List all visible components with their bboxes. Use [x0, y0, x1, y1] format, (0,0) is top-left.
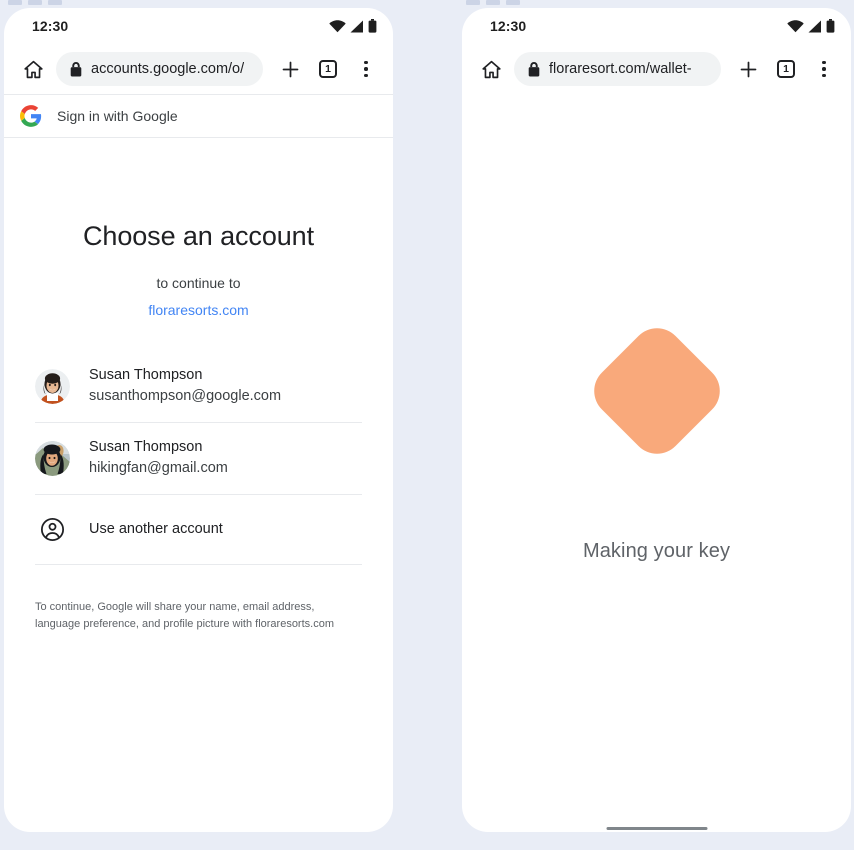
- account-name: Susan Thompson: [89, 367, 203, 383]
- tab-count-badge: 1: [777, 60, 795, 78]
- overflow-menu-button-right[interactable]: [809, 54, 839, 84]
- signal-icon: [350, 20, 363, 32]
- kebab-menu-icon: [364, 60, 368, 78]
- chooser-subtitle: to continue to: [156, 275, 241, 291]
- plus-icon: [282, 61, 298, 77]
- account-circle-icon: [40, 517, 65, 541]
- chooser-title: Choose an account: [83, 221, 314, 251]
- omnibox-right[interactable]: floraresort.com/wallet-: [514, 52, 721, 86]
- browser-toolbar-right: floraresort.com/wallet- 1: [462, 44, 851, 94]
- status-bar-right: 12:30: [462, 8, 851, 44]
- wifi-icon: [787, 19, 804, 32]
- browser-toolbar-left: accounts.google.com/o/ 1: [4, 44, 393, 94]
- lock-icon: [70, 61, 82, 76]
- home-button-left[interactable]: [18, 54, 48, 84]
- use-another-account-label: Use another account: [89, 521, 223, 538]
- status-icon-group: [329, 19, 377, 33]
- google-g-icon: [20, 105, 42, 127]
- status-time: 12:30: [32, 18, 69, 34]
- battery-icon: [826, 19, 835, 33]
- making-key-content: Making your key: [462, 94, 851, 832]
- home-icon: [23, 60, 43, 78]
- overflow-menu-button-left[interactable]: [351, 54, 381, 84]
- avatar: [35, 440, 70, 476]
- status-icon-group: [787, 19, 835, 33]
- home-indicator-bar[interactable]: [606, 826, 707, 830]
- use-another-account-row[interactable]: Use another account: [35, 495, 362, 565]
- account-text: Susan Thompson susanthompson@google.com: [89, 365, 281, 408]
- account-list: Susan Thompson susanthompson@google.com: [35, 351, 362, 565]
- account-chooser: Choose an account to continue to florare…: [4, 221, 393, 633]
- wifi-icon: [329, 19, 346, 32]
- account-row[interactable]: Susan Thompson susanthompson@google.com: [35, 351, 362, 423]
- account-email: hikingfan@gmail.com: [89, 459, 228, 476]
- making-key-status-label: Making your key: [582, 540, 731, 562]
- lock-icon: [528, 61, 540, 76]
- top-edge-artifact-left: [8, 0, 62, 5]
- home-button-right[interactable]: [476, 54, 506, 84]
- legal-disclaimer: To continue, Google will share your name…: [35, 600, 334, 630]
- omnibox-url-text: floraresort.com/wallet-: [549, 61, 692, 77]
- account-row[interactable]: Susan Thompson hikingfan@gmail.com: [35, 423, 362, 495]
- top-edge-artifact-right: [466, 0, 520, 5]
- omnibox-left[interactable]: accounts.google.com/o/: [56, 52, 263, 86]
- home-icon: [481, 60, 501, 78]
- new-tab-button-right[interactable]: [733, 54, 763, 84]
- tab-switcher-button-left[interactable]: 1: [313, 54, 343, 84]
- rotated-rounded-square-icon: [582, 317, 731, 465]
- screenshot-stage: 12:30 accounts.google.com/o/ 1 Sign in w…: [0, 0, 854, 850]
- plus-icon: [740, 61, 756, 77]
- avatar-portrait-outdoor-image: [35, 440, 70, 476]
- omnibox-url-text: accounts.google.com/o/: [91, 61, 245, 77]
- chooser-domain-link[interactable]: floraresorts.com: [35, 302, 362, 318]
- battery-icon: [368, 19, 377, 33]
- signal-icon: [808, 20, 821, 32]
- status-bar-left: 12:30: [4, 8, 393, 44]
- account-circle-icon-wrap: [35, 512, 70, 547]
- avatar: [35, 368, 70, 404]
- phone-panel-left: 12:30 accounts.google.com/o/ 1 Sign in w…: [4, 8, 393, 832]
- tab-switcher-button-right[interactable]: 1: [771, 54, 801, 84]
- account-text: Susan Thompson hikingfan@gmail.com: [89, 437, 228, 480]
- new-tab-button-left[interactable]: [275, 54, 305, 84]
- account-email: susanthompson@google.com: [89, 388, 282, 405]
- kebab-menu-icon: [822, 60, 826, 78]
- status-time: 12:30: [490, 18, 527, 34]
- tab-count-badge: 1: [319, 60, 337, 78]
- google-signin-header: Sign in with Google: [4, 94, 393, 138]
- account-name: Susan Thompson: [89, 438, 203, 455]
- phone-panel-right: 12:30 floraresort.com/wallet- 1 Making y…: [462, 8, 851, 832]
- google-header-title: Sign in with Google: [57, 108, 178, 124]
- avatar-portrait-studio-image: [35, 368, 70, 404]
